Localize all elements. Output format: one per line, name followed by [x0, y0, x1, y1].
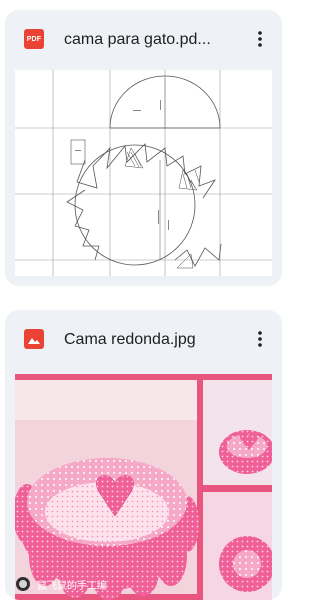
- file-thumbnail[interactable]: [15, 70, 272, 276]
- cat-bed-photo: 鼠飞鼠的手工编: [15, 374, 272, 600]
- file-name[interactable]: cama para gato.pd...: [64, 30, 244, 50]
- file-thumbnail[interactable]: 鼠飞鼠的手工编: [15, 374, 272, 600]
- more-options-button[interactable]: [246, 24, 274, 54]
- file-name[interactable]: Cama redonda.jpg: [64, 330, 244, 350]
- more-vert-icon: [258, 331, 262, 347]
- pdf-icon: PDF: [24, 29, 44, 49]
- image-icon: [24, 329, 44, 349]
- file-card-pdf[interactable]: PDF cama para gato.pd...: [5, 10, 282, 286]
- pdf-badge-label: PDF: [26, 35, 42, 43]
- file-card-image[interactable]: Cama redonda.jpg 鼠飞鼠的手工编: [5, 310, 282, 600]
- file-card-header: PDF cama para gato.pd...: [5, 10, 282, 66]
- sewing-pattern-preview: [15, 70, 272, 276]
- more-vert-icon: [258, 31, 262, 47]
- watermark-text: 鼠飞鼠的手工编: [37, 579, 107, 592]
- more-options-button[interactable]: [246, 324, 274, 354]
- mountain-glyph: [28, 338, 40, 344]
- file-card-header: Cama redonda.jpg: [5, 310, 282, 366]
